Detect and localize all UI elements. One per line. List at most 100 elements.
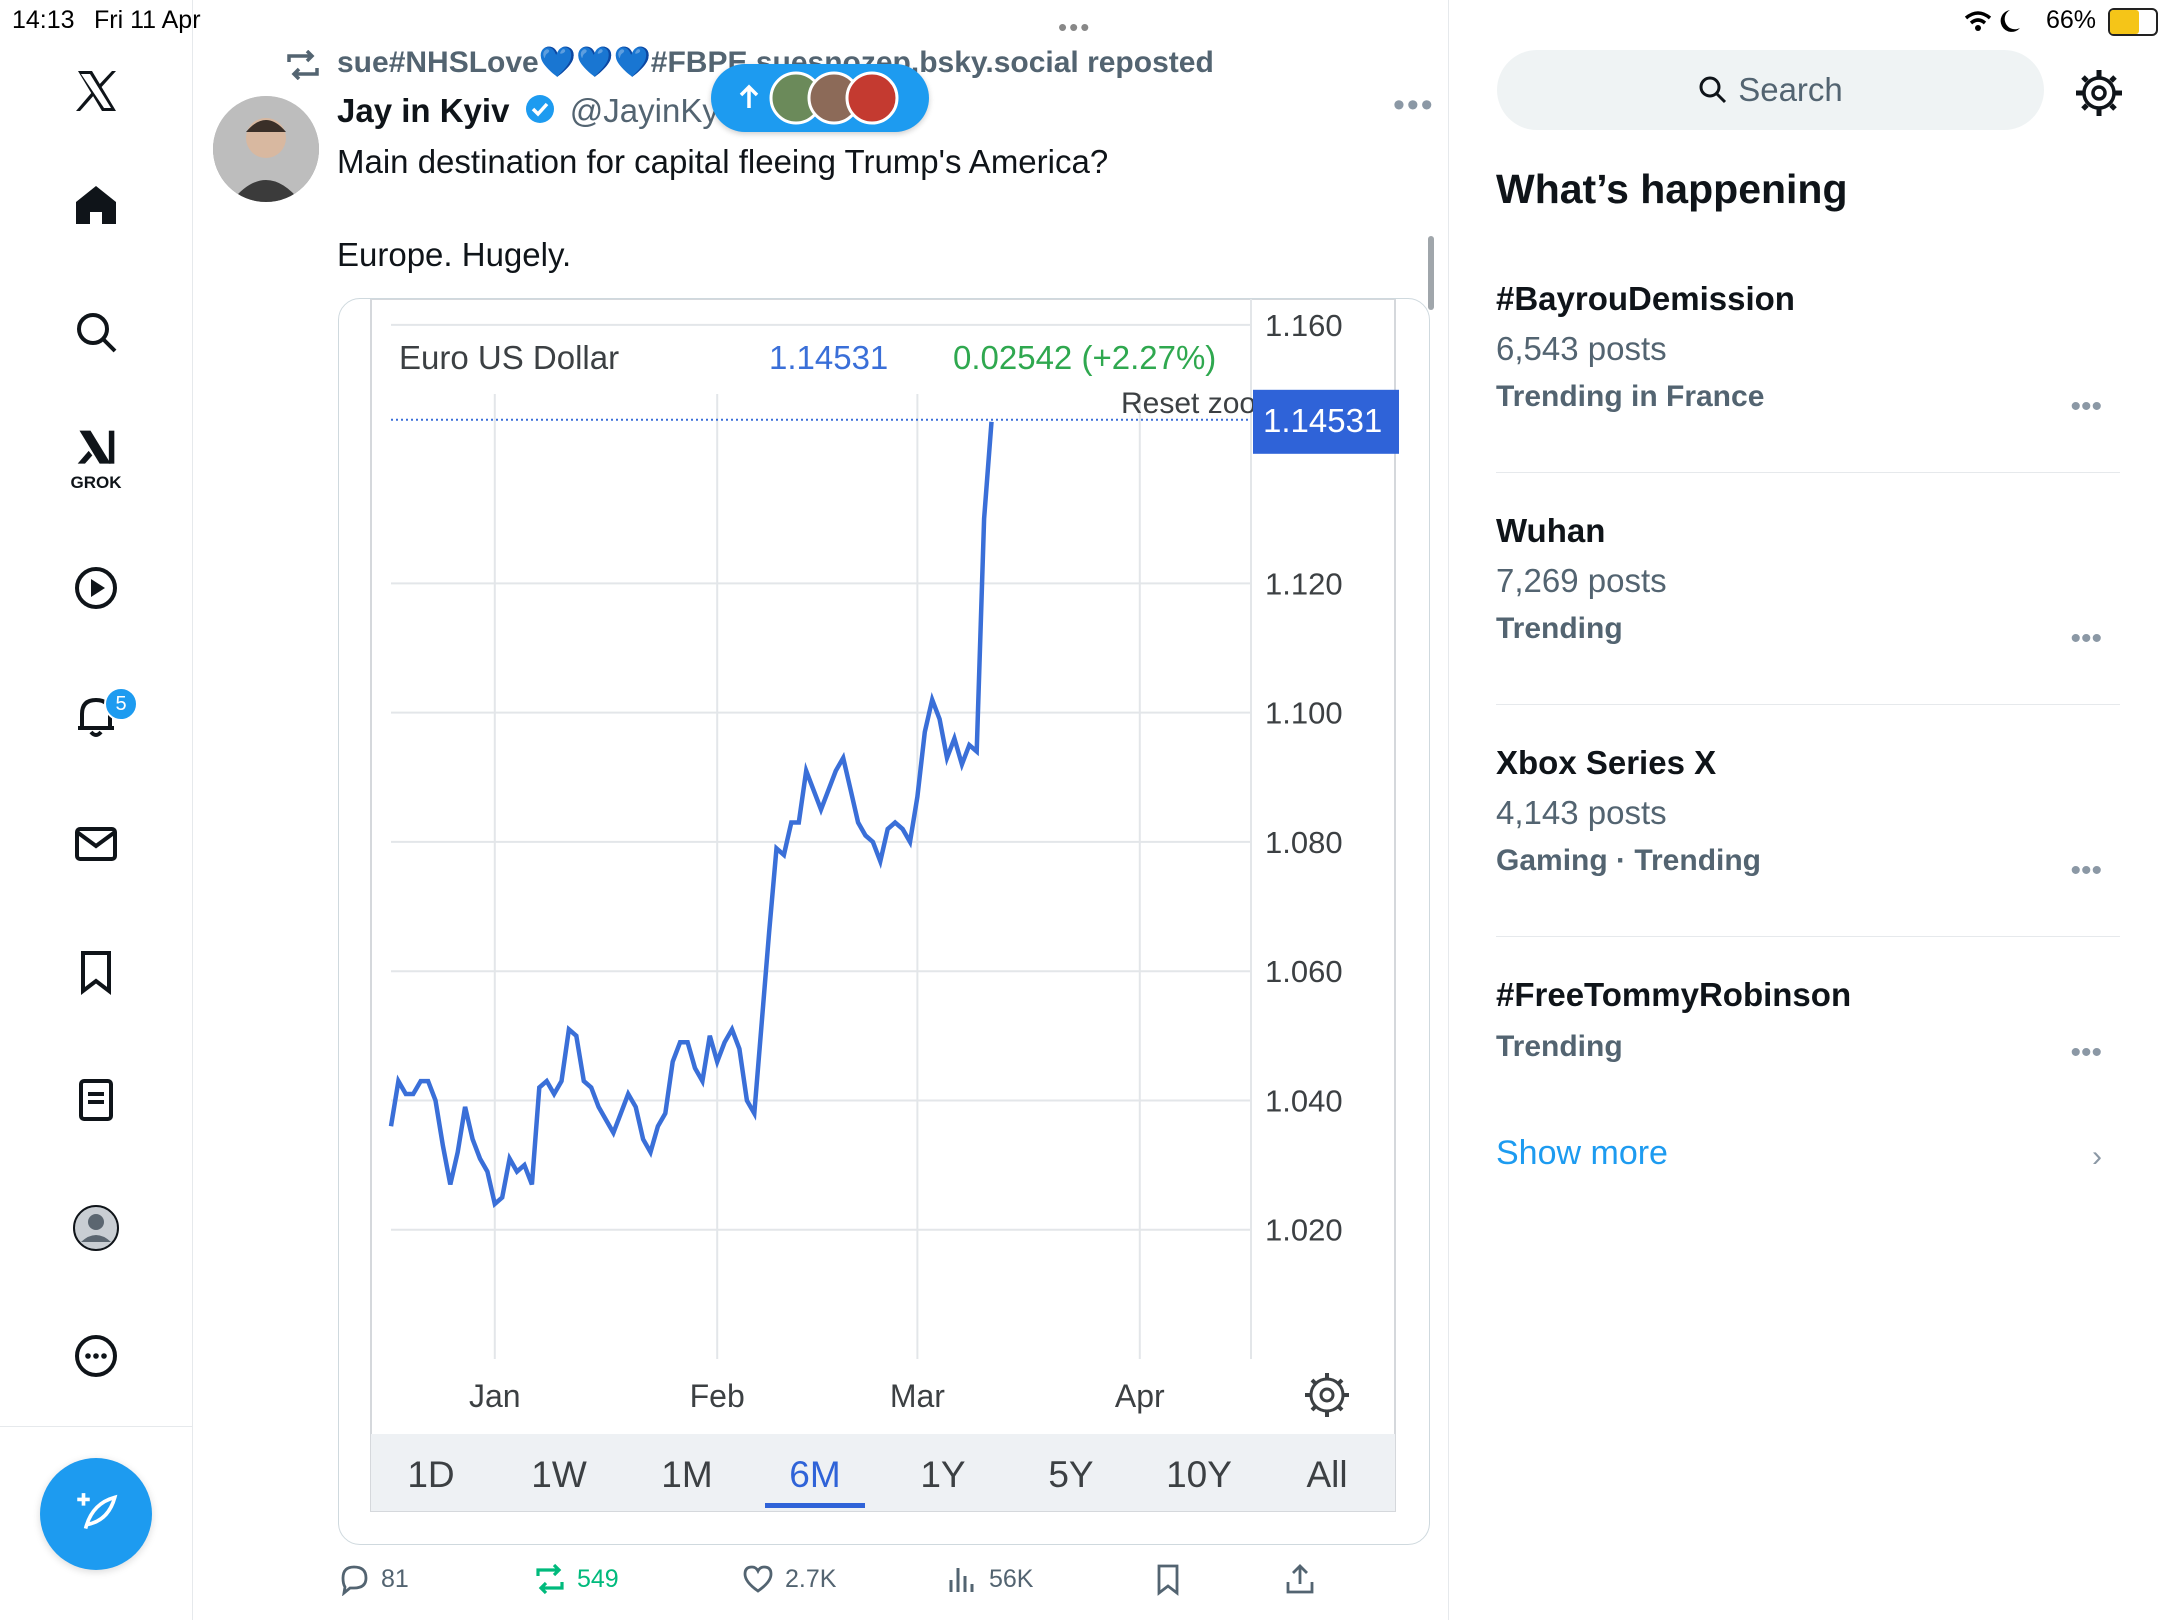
battery-icon <box>2108 8 2158 36</box>
views-bar-icon <box>949 1568 974 1592</box>
profile-avatar-icon[interactable] <box>60 1192 132 1264</box>
x-tick-label: Feb <box>690 1378 745 1414</box>
timeline-column: sue#NHSLove💙💙💙#FBPE suesnozep.bsky.socia… <box>193 0 1449 1620</box>
trend-more-icon[interactable]: ••• <box>2070 1036 2102 1070</box>
battery-percent: 66% <box>2046 6 2097 34</box>
author-name[interactable]: Jay in Kyiv <box>337 92 509 129</box>
y-tick-label: 1.040 <box>1265 1083 1343 1118</box>
y-tick-label: 1.120 <box>1265 566 1343 601</box>
views-count: 56K <box>989 1564 1034 1593</box>
trend-name: #FreeTommyRobinson <box>1496 976 1852 1013</box>
range-tab-10y[interactable]: 10Y <box>1166 1454 1232 1495</box>
chart-card[interactable]: Euro US Dollar 1.14531 0.02542 (+2.27%) … <box>338 298 1430 1545</box>
sidebar-divider <box>0 1426 192 1427</box>
range-tab-6m[interactable]: 6M <box>789 1454 840 1495</box>
trend-context: Trending <box>1496 1030 1623 1063</box>
current-value-label: 1.14531 <box>1263 402 1382 439</box>
repost-button[interactable]: 549 <box>533 1562 619 1596</box>
repost-icon <box>285 49 321 85</box>
trend-context: Trending in France <box>1496 380 1765 413</box>
trend-item[interactable]: #BayrouDemission 6,543 posts Trending in… <box>1496 280 2120 423</box>
chart-price: 1.14531 <box>769 339 888 376</box>
trend-divider <box>1496 704 2120 705</box>
notification-badge: 5 <box>104 687 138 721</box>
search-magnifier-icon <box>1699 76 1727 104</box>
sidebar: GROK 5 <box>0 0 193 1620</box>
chart-frame <box>370 299 1396 1512</box>
home-icon[interactable] <box>60 168 132 240</box>
share-button[interactable] <box>1283 1562 1317 1596</box>
trend-count: 7,269 posts <box>1496 562 1667 599</box>
video-icon[interactable] <box>60 552 132 624</box>
range-tab-1m[interactable]: 1M <box>661 1454 712 1495</box>
trend-item[interactable]: #FreeTommyRobinson Trending ••• <box>1496 976 2120 1069</box>
range-tab-underline <box>765 1503 865 1508</box>
x-tick-label: Jan <box>469 1378 521 1414</box>
search-placeholder: Search <box>1738 71 1843 108</box>
new-posts-pill[interactable] <box>711 64 929 132</box>
views-button[interactable]: 56K <box>945 1562 1033 1596</box>
range-tab-all[interactable]: All <box>1306 1454 1347 1495</box>
lists-icon[interactable] <box>60 1064 132 1136</box>
trend-context: Gaming · Trending <box>1496 844 1762 877</box>
range-tab-1d[interactable]: 1D <box>407 1454 454 1495</box>
trend-item[interactable]: Xbox Series X 4,143 posts Gaming · Trend… <box>1496 744 2120 887</box>
reply-icon <box>341 1565 368 1596</box>
heart-icon <box>743 1565 773 1593</box>
repost-active-icon <box>536 1563 564 1595</box>
tweet-text-line-1: Main destination for capital fleeing Tru… <box>337 143 1109 180</box>
trend-divider <box>1496 936 2120 937</box>
trend-count: 4,143 posts <box>1496 794 1667 831</box>
range-tab-1y[interactable]: 1Y <box>920 1454 965 1495</box>
search-box[interactable]: Search <box>1497 50 2044 130</box>
trend-more-icon[interactable]: ••• <box>2070 390 2102 424</box>
search-icon[interactable] <box>60 296 132 368</box>
whats-happening-heading: What’s happening <box>1496 166 1848 212</box>
reply-button[interactable]: 81 <box>337 1562 409 1596</box>
chart-svg[interactable]: Euro US Dollar 1.14531 0.02542 (+2.27%) … <box>339 299 1429 1544</box>
trend-more-icon[interactable]: ••• <box>2070 622 2102 656</box>
tweet-more-icon[interactable]: ••• <box>1393 86 1435 125</box>
bookmark-icon[interactable] <box>60 936 132 1008</box>
grok-icon[interactable]: GROK <box>60 420 132 500</box>
range-tab-bar <box>371 1434 1395 1511</box>
trend-name: #BayrouDemission <box>1496 280 1795 317</box>
grok-label: GROK <box>70 473 122 492</box>
settings-gear-icon[interactable] <box>2074 68 2124 118</box>
y-tick-label: 1.100 <box>1265 696 1343 731</box>
range-tab-5y[interactable]: 5Y <box>1048 1454 1093 1495</box>
repost-count: 549 <box>577 1564 619 1593</box>
mail-icon[interactable] <box>60 808 132 880</box>
tweet-author[interactable]: Jay in Kyiv @JayinKyiv <box>337 92 743 132</box>
y-tick-label: 1.160 <box>1265 308 1343 343</box>
x-tick-label: Apr <box>1115 1378 1165 1414</box>
y-tick-label: 1.080 <box>1265 825 1343 860</box>
trend-divider <box>1496 472 2120 473</box>
author-avatar[interactable] <box>213 96 319 202</box>
compose-post-button[interactable] <box>40 1458 152 1570</box>
trend-item[interactable]: Wuhan 7,269 posts Trending ••• <box>1496 512 2120 655</box>
feather-plus-icon <box>77 1493 118 1530</box>
moon-icon <box>2000 10 2020 32</box>
bookmark-button[interactable] <box>1151 1562 1185 1596</box>
scrollbar-thumb[interactable] <box>1428 236 1434 310</box>
x-tick-label: Mar <box>890 1378 945 1414</box>
y-tick-label: 1.060 <box>1265 954 1343 989</box>
chart-change: 0.02542 (+2.27%) <box>953 339 1216 376</box>
reply-count: 81 <box>381 1564 409 1593</box>
trend-count: 6,543 posts <box>1496 330 1667 367</box>
like-button[interactable]: 2.7K <box>741 1562 836 1596</box>
y-tick-label: 1.020 <box>1265 1213 1343 1248</box>
trend-name: Xbox Series X <box>1496 744 1717 781</box>
arrow-up-icon <box>739 84 759 108</box>
x-logo-icon[interactable] <box>60 55 132 127</box>
bookmark-outline-icon <box>1157 1564 1179 1596</box>
tweet-text-line-2: Europe. Hugely. <box>337 236 572 273</box>
share-icon <box>1286 1564 1314 1594</box>
range-tab-1w[interactable]: 1W <box>531 1454 587 1495</box>
show-more-link[interactable]: Show more <box>1496 1134 1668 1173</box>
trend-name: Wuhan <box>1496 512 1606 549</box>
chevron-right-icon: › <box>2092 1140 2102 1173</box>
more-options-icon[interactable] <box>60 1320 132 1392</box>
trend-more-icon[interactable]: ••• <box>2070 854 2102 888</box>
